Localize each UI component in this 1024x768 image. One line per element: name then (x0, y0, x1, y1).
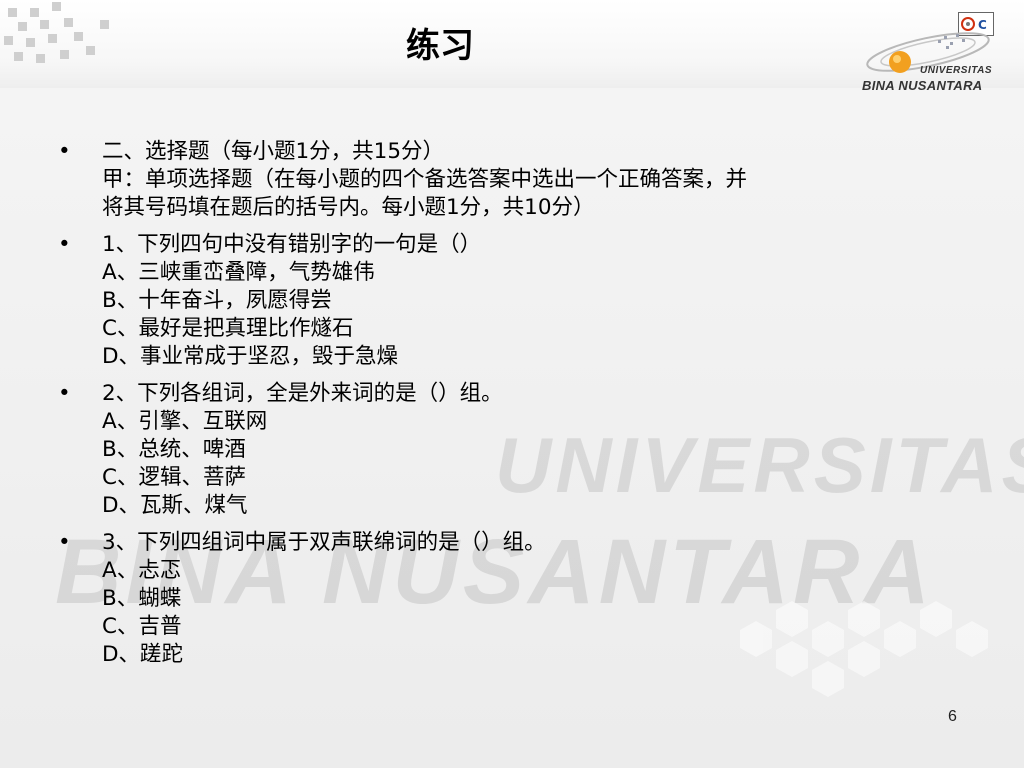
text-line: 二、选择题（每小题1分，共15分） (102, 139, 445, 164)
bullet-item-question-1: • 1、下列四句中没有错别字的一句是（） A、三峡重峦叠障，气势雄伟 B、十年奋… (58, 231, 988, 371)
bullet-item-question-2: • 2、下列各组词，全是外来词的是（）组。 A、引擎、互联网 B、总统、啤酒 C… (58, 380, 988, 520)
bullet-symbol: • (58, 139, 71, 164)
slide-content: • 二、选择题（每小题1分，共15分） 甲：单项选择题（在每小题的四个备选答案中… (58, 138, 988, 678)
question-text: 2、下列各组词，全是外来词的是（）组。 (102, 381, 503, 406)
option-c: C、吉普 (102, 614, 182, 639)
option-a: A、三峡重峦叠障，气势雄伟 (102, 260, 375, 285)
bullet-item-question-3: • 3、下列四组词中属于双声联绵词的是（）组。 A、忐忑 B、蝴蝶 C、吉普 D… (58, 529, 988, 669)
bullet-symbol: • (58, 381, 71, 406)
option-d: D、蹉跎 (102, 642, 184, 667)
question-text: 3、下列四组词中属于双声联绵词的是（）组。 (102, 530, 546, 555)
option-b: B、总统、啤酒 (102, 437, 246, 462)
bullet-item-intro: • 二、选择题（每小题1分，共15分） 甲：单项选择题（在每小题的四个备选答案中… (58, 138, 988, 222)
bullet-symbol: • (58, 232, 71, 257)
option-d: D、瓦斯、煤气 (102, 493, 248, 518)
option-c: C、逻辑、菩萨 (102, 465, 247, 490)
text-line: 甲：单项选择题（在每小题的四个备选答案中选出一个正确答案，并 (102, 167, 748, 192)
page-number: 6 (948, 708, 957, 725)
option-b: B、十年奋斗，夙愿得尝 (102, 288, 332, 313)
option-a: A、引擎、互联网 (102, 409, 268, 434)
bullet-symbol: • (58, 530, 71, 555)
university-logo: C UNIVERSITAS BINA NUSANTARA (858, 8, 1008, 96)
logo-text-bina-nusantara: BINA NUSANTARA (862, 78, 983, 93)
text-line: 将其号码填在题后的括号内。每小题1分，共10分） (102, 195, 595, 220)
question-text: 1、下列四句中没有错别字的一句是（） (102, 232, 482, 257)
option-a: A、忐忑 (102, 558, 182, 583)
slide-title: 练习 (406, 26, 474, 66)
option-c: C、最好是把真理比作燧石 (102, 316, 354, 341)
option-d: D、事业常成于坚忍，毁于急燥 (102, 344, 399, 369)
option-b: B、蝴蝶 (102, 586, 182, 611)
logo-text-universitas: UNIVERSITAS (920, 65, 992, 76)
